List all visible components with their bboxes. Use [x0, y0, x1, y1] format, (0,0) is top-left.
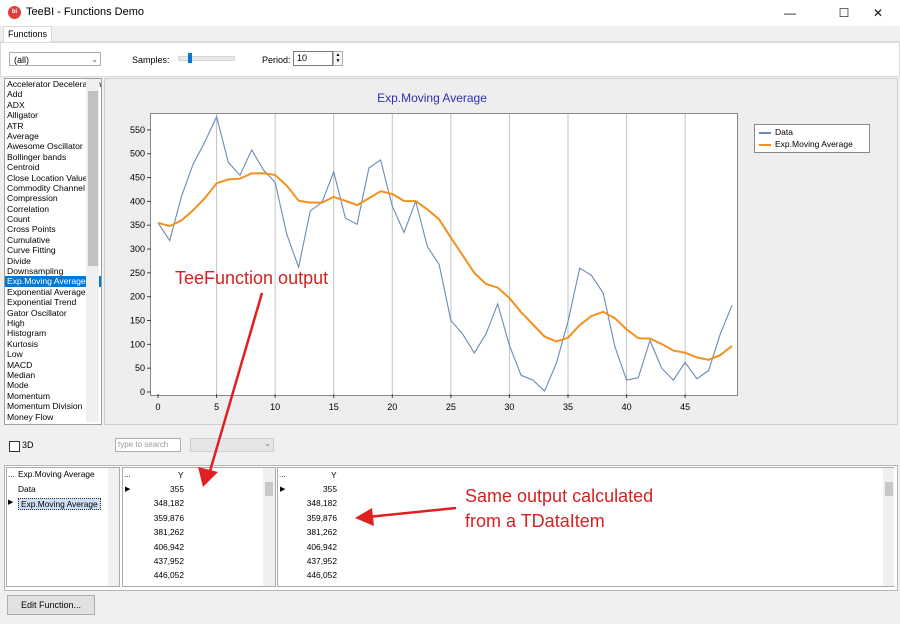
- grid-cell: 446,052: [153, 570, 184, 581]
- search-input[interactable]: type to search: [115, 438, 181, 452]
- grid-cell: 381,262: [306, 527, 337, 538]
- period-input[interactable]: 10: [293, 51, 333, 66]
- grid-cell: 355: [323, 484, 337, 494]
- grid-cell: 348,182: [153, 498, 184, 509]
- grid-right-header: Y: [331, 470, 337, 480]
- minimize-icon[interactable]: —: [768, 0, 812, 26]
- grid-cell: 359,876: [306, 512, 337, 523]
- legend-label-ema: Exp.Moving Average: [775, 139, 853, 149]
- period-label: Period:: [262, 55, 291, 65]
- tree-item-ema[interactable]: Exp.Moving Average: [18, 498, 101, 510]
- function-list-scroll-thumb[interactable]: [88, 91, 98, 266]
- grid-left-scroll-thumb[interactable]: [265, 482, 273, 496]
- grid-cell: 381,262: [153, 527, 184, 538]
- samples-slider-thumb[interactable]: [188, 53, 192, 63]
- legend-swatch-ema: [759, 143, 771, 146]
- grid-cell: 437,952: [153, 556, 184, 566]
- grid-teefunction[interactable]: [122, 467, 276, 587]
- row-indicator-icon: ▶: [125, 486, 131, 493]
- tab-functions[interactable]: Functions: [3, 26, 53, 42]
- function-filter-combo[interactable]: (all) ⌄: [9, 52, 101, 66]
- window-title: TeeBI - Functions Demo: [26, 6, 144, 18]
- app-logo-icon: bi: [8, 6, 21, 19]
- grid-cell: 355: [170, 484, 184, 494]
- grid-cell: 359,876: [153, 512, 184, 523]
- samples-slider[interactable]: [178, 56, 235, 61]
- series-tree[interactable]: ... Exp.Moving Average Data ▶ Exp.Moving…: [6, 467, 120, 587]
- period-spinner[interactable]: ▲ ▼: [333, 51, 343, 66]
- tree-item-data[interactable]: Data: [18, 484, 36, 494]
- samples-label: Samples:: [132, 55, 170, 65]
- grid-right-scroll-thumb[interactable]: [885, 482, 893, 496]
- chevron-down-icon: ⌄: [264, 439, 271, 448]
- function-filter-value: (all): [14, 55, 29, 65]
- grid-cell: 348,182: [306, 498, 337, 509]
- chart-legend: Data Exp.Moving Average: [754, 124, 870, 153]
- tab-strip: [0, 26, 900, 42]
- grid-cell: 446,052: [306, 570, 337, 581]
- grid-cell: 437,952: [306, 556, 337, 566]
- legend-swatch-data: [759, 131, 771, 134]
- chart-title: Exp.Moving Average: [377, 91, 487, 105]
- 3d-label: 3D: [22, 440, 34, 450]
- close-icon[interactable]: ✕: [856, 0, 900, 26]
- chart-plot-area: [150, 113, 738, 396]
- annotation-same-output-1: Same output calculated: [465, 486, 654, 506]
- row-indicator-icon: ▶: [280, 486, 286, 493]
- field-filter-combo[interactable]: ⌄: [190, 438, 274, 452]
- row-indicator-icon: ▶: [8, 499, 14, 506]
- annotation-teefunction: TeeFunction output: [175, 268, 329, 288]
- 3d-checkbox[interactable]: [9, 441, 20, 452]
- chevron-down-icon: ⌄: [91, 55, 98, 64]
- tree-header: Exp.Moving Average: [18, 469, 95, 479]
- grid-left-header: Y: [178, 470, 184, 480]
- legend-label-data: Data: [775, 127, 793, 137]
- grid-cell: 406,942: [306, 541, 337, 552]
- tree-scrollbar[interactable]: [108, 468, 119, 586]
- grid-cell: 406,942: [153, 541, 184, 552]
- edit-function-button[interactable]: Edit Function...: [7, 595, 95, 615]
- annotation-same-output-2: from a TDataItem: [465, 511, 605, 531]
